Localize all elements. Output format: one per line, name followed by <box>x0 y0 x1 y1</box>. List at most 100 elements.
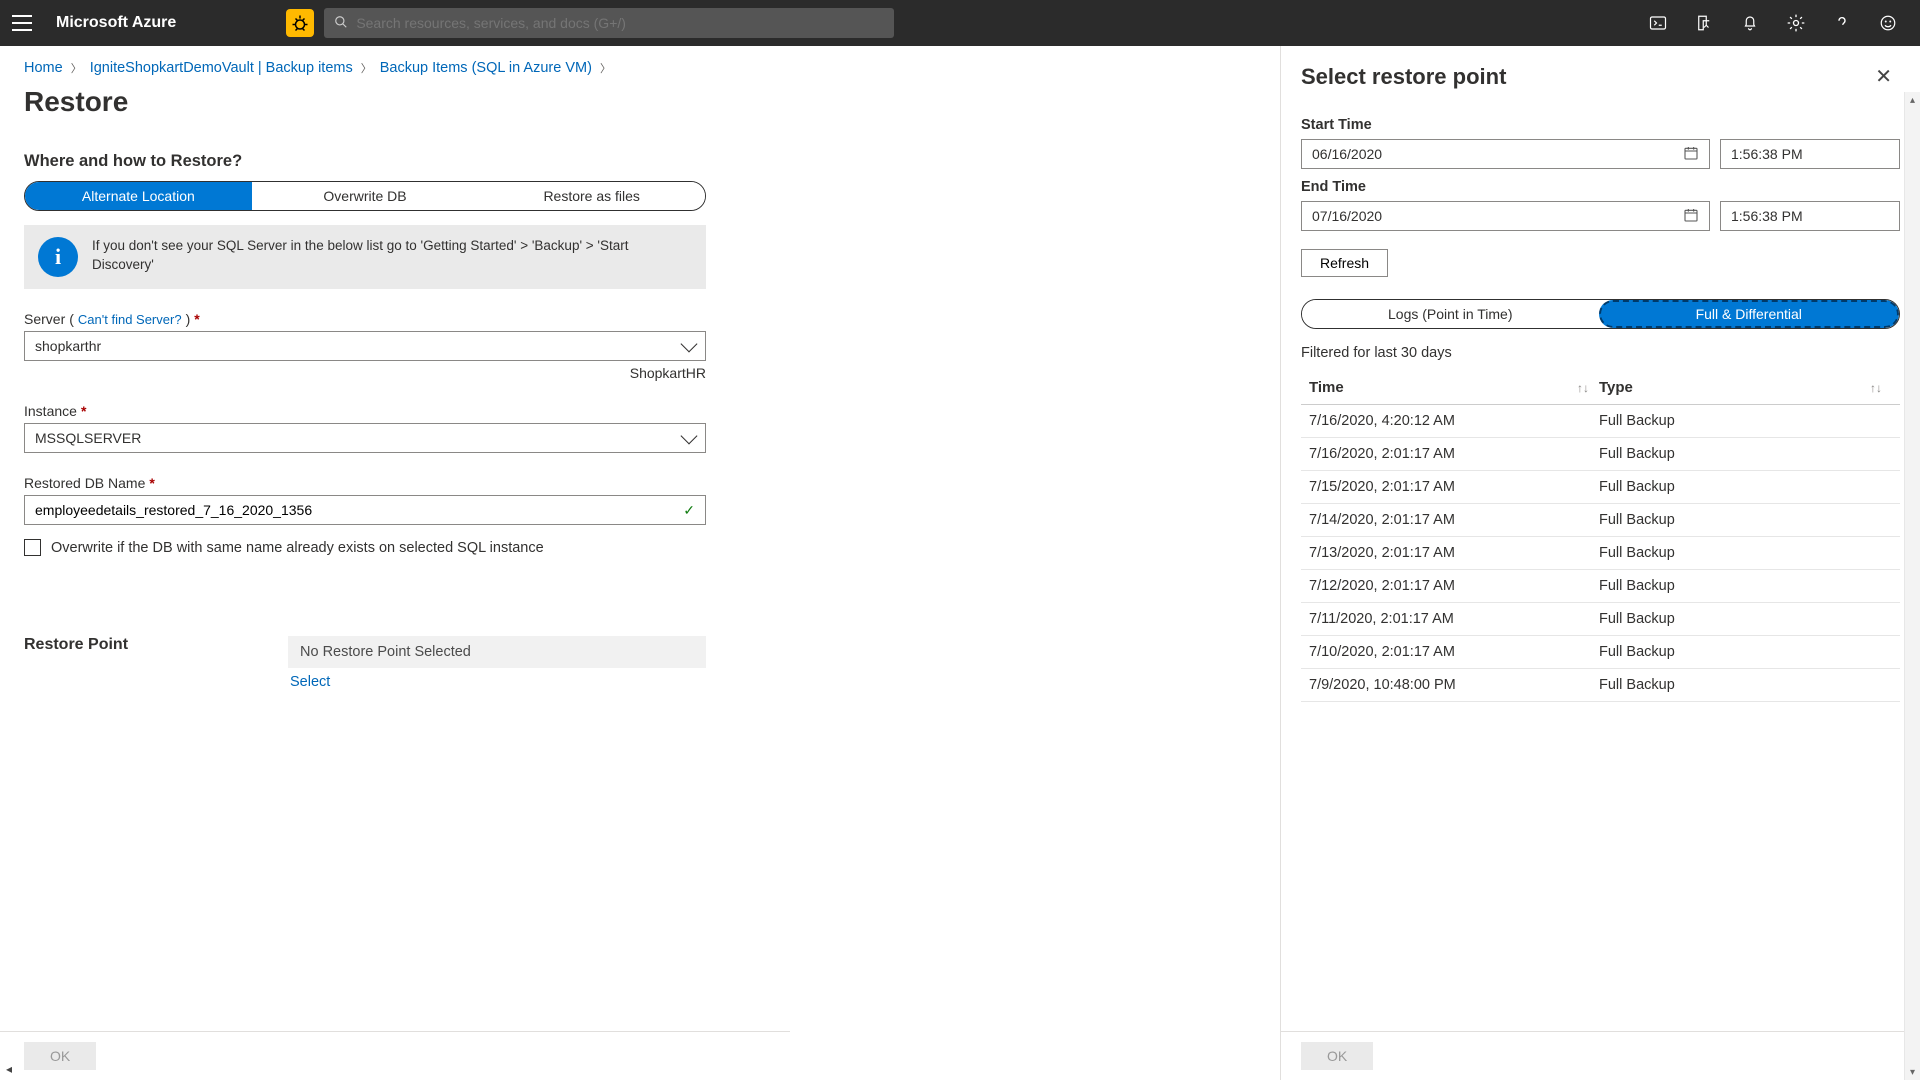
calendar-icon <box>1683 145 1699 164</box>
gear-icon[interactable] <box>1786 13 1806 33</box>
row-time: 7/10/2020, 2:01:17 AM <box>1309 644 1599 660</box>
info-text: If you don't see your SQL Server in the … <box>92 237 692 275</box>
row-type: Full Backup <box>1599 413 1892 429</box>
row-time: 7/11/2020, 2:01:17 AM <box>1309 611 1599 627</box>
notifications-icon[interactable] <box>1740 13 1760 33</box>
row-type: Full Backup <box>1599 446 1892 462</box>
server-label: Server (Can't find Server?) * <box>24 311 766 327</box>
row-type: Full Backup <box>1599 677 1892 693</box>
info-icon: i <box>38 237 78 277</box>
crumb-home[interactable]: Home <box>24 60 63 76</box>
restore-type-segmented: Logs (Point in Time) Full & Differential <box>1301 299 1900 329</box>
instance-value: MSSQLSERVER <box>35 430 141 446</box>
chevron-down-icon <box>681 427 698 444</box>
col-type[interactable]: Type <box>1599 379 1633 396</box>
restore-point-section: Restore Point No Restore Point Selected … <box>24 636 766 696</box>
row-type: Full Backup <box>1599 578 1892 594</box>
search-icon <box>334 15 348 32</box>
dbname-label: Restored DB Name* <box>24 475 766 491</box>
cant-find-server-link[interactable]: Can't find Server? <box>78 312 182 327</box>
row-time: 7/16/2020, 2:01:17 AM <box>1309 446 1599 462</box>
select-restore-point-link[interactable]: Select <box>288 668 332 696</box>
overwrite-checkbox[interactable] <box>24 539 41 556</box>
topbar: Microsoft Azure <box>0 0 1920 46</box>
chevron-down-icon <box>681 335 698 352</box>
directory-icon[interactable] <box>1694 13 1714 33</box>
end-time-input[interactable]: 1:56:38 PM <box>1720 201 1900 231</box>
end-time-label: End Time <box>1301 179 1900 195</box>
check-icon: ✓ <box>683 502 695 519</box>
refresh-button[interactable]: Refresh <box>1301 249 1388 277</box>
overwrite-label: Overwrite if the DB with same name alrea… <box>51 540 544 556</box>
info-banner: i If you don't see your SQL Server in th… <box>24 225 706 289</box>
flyout-title: Select restore point <box>1301 64 1506 90</box>
start-time-input[interactable]: 1:56:38 PM <box>1720 139 1900 169</box>
ok-button[interactable]: OK <box>24 1042 96 1070</box>
scroll-up-icon[interactable]: ▴ <box>1905 92 1920 108</box>
overwrite-checkbox-row: Overwrite if the DB with same name alrea… <box>24 539 766 556</box>
flyout-ok-button[interactable]: OK <box>1301 1042 1373 1070</box>
scrollbar[interactable]: ▴ ▾ <box>1904 92 1920 1080</box>
row-time: 7/14/2020, 2:01:17 AM <box>1309 512 1599 528</box>
server-select[interactable]: shopkarthr <box>24 331 706 361</box>
left-footer: OK ◂ <box>0 1031 790 1080</box>
seg-alternate-location[interactable]: Alternate Location <box>25 182 252 210</box>
help-icon[interactable] <box>1832 13 1852 33</box>
brand-label: Microsoft Azure <box>56 14 176 32</box>
table-row[interactable]: 7/9/2020, 10:48:00 PMFull Backup <box>1301 669 1900 702</box>
row-time: 7/13/2020, 2:01:17 AM <box>1309 545 1599 561</box>
dbname-field[interactable]: ✓ <box>24 495 706 525</box>
crumb-items[interactable]: Backup Items (SQL in Azure VM) <box>380 60 592 76</box>
tab-logs[interactable]: Logs (Point in Time) <box>1302 300 1599 328</box>
bug-icon[interactable] <box>286 9 314 37</box>
table-row[interactable]: 7/10/2020, 2:01:17 AMFull Backup <box>1301 636 1900 669</box>
sort-icon[interactable]: ↑↓ <box>1870 381 1892 395</box>
end-date-input[interactable]: 07/16/2020 <box>1301 201 1710 231</box>
cloud-shell-icon[interactable] <box>1648 13 1668 33</box>
scroll-down-icon[interactable]: ▾ <box>1905 1064 1920 1080</box>
restore-form: Where and how to Restore? Alternate Loca… <box>0 152 790 696</box>
crumb-vault[interactable]: IgniteShopkartDemoVault | Backup items <box>90 60 353 76</box>
row-type: Full Backup <box>1599 512 1892 528</box>
where-heading: Where and how to Restore? <box>24 152 766 171</box>
calendar-icon <box>1683 207 1699 226</box>
table-header: Time ↑↓ Type ↑↓ <box>1301 371 1900 405</box>
row-time: 7/9/2020, 10:48:00 PM <box>1309 677 1599 693</box>
instance-label: Instance* <box>24 403 766 419</box>
col-time[interactable]: Time <box>1309 379 1344 396</box>
chevron-right-icon: 〉 <box>361 60 372 76</box>
table-row[interactable]: 7/12/2020, 2:01:17 AMFull Backup <box>1301 570 1900 603</box>
sort-icon[interactable]: ↑↓ <box>1577 381 1599 395</box>
search-input[interactable] <box>324 8 894 38</box>
start-time-label: Start Time <box>1301 117 1900 133</box>
server-helper: ShopkartHR <box>24 361 706 381</box>
collapse-icon[interactable]: ◂ <box>6 1062 12 1076</box>
row-time: 7/12/2020, 2:01:17 AM <box>1309 578 1599 594</box>
table-row[interactable]: 7/15/2020, 2:01:17 AMFull Backup <box>1301 471 1900 504</box>
instance-select[interactable]: MSSQLSERVER <box>24 423 706 453</box>
chevron-right-icon: 〉 <box>600 60 611 76</box>
flyout-footer: OK <box>1281 1031 1920 1080</box>
chevron-right-icon: 〉 <box>71 60 82 76</box>
feedback-icon[interactable] <box>1878 13 1898 33</box>
row-type: Full Backup <box>1599 611 1892 627</box>
server-value: shopkarthr <box>35 338 101 354</box>
table-row[interactable]: 7/16/2020, 2:01:17 AMFull Backup <box>1301 438 1900 471</box>
filter-note: Filtered for last 30 days <box>1301 345 1900 361</box>
content: Home 〉 IgniteShopkartDemoVault | Backup i… <box>0 46 1920 1080</box>
table-row[interactable]: 7/14/2020, 2:01:17 AMFull Backup <box>1301 504 1900 537</box>
table-row[interactable]: 7/11/2020, 2:01:17 AMFull Backup <box>1301 603 1900 636</box>
restore-mode-segmented: Alternate Location Overwrite DB Restore … <box>24 181 706 211</box>
tab-full-differential[interactable]: Full & Differential <box>1599 300 1900 328</box>
table-row[interactable]: 7/13/2020, 2:01:17 AMFull Backup <box>1301 537 1900 570</box>
row-time: 7/16/2020, 4:20:12 AM <box>1309 413 1599 429</box>
hamburger-icon[interactable] <box>12 15 32 31</box>
table-row[interactable]: 7/16/2020, 4:20:12 AMFull Backup <box>1301 405 1900 438</box>
restore-point-status: No Restore Point Selected <box>288 636 706 668</box>
start-date-input[interactable]: 06/16/2020 <box>1301 139 1710 169</box>
close-icon[interactable]: ✕ <box>1867 60 1900 93</box>
top-icons <box>1648 13 1908 33</box>
seg-restore-as-files[interactable]: Restore as files <box>478 182 705 210</box>
seg-overwrite-db[interactable]: Overwrite DB <box>252 182 479 210</box>
restore-point-flyout: Select restore point ✕ Start Time 06/16/… <box>1280 46 1920 1080</box>
